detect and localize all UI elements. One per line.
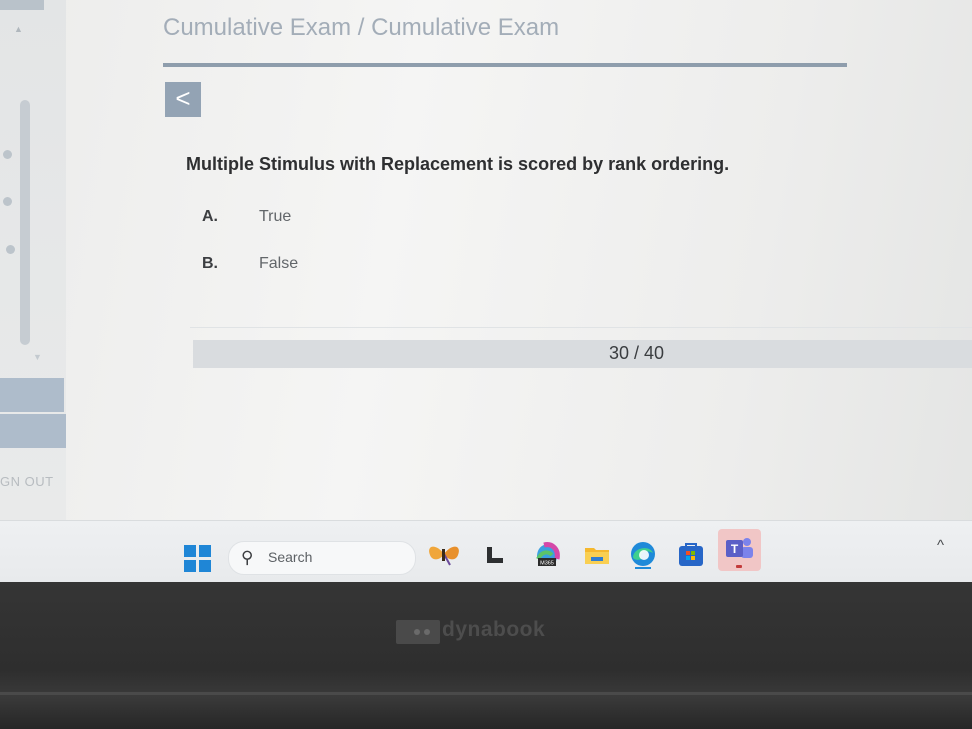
windows-start-icon[interactable] [184,545,211,572]
question-progress-bar [193,340,972,368]
edge-browser-icon[interactable] [628,539,658,569]
snap-app-icon[interactable] [480,539,510,569]
taskbar-search[interactable]: ⚲ Search [228,541,416,575]
butterfly-widget-icon[interactable] [424,539,464,569]
svg-text:T: T [731,542,739,556]
back-button[interactable]: < [165,82,201,117]
m365-copilot-icon[interactable]: M365 [532,539,562,569]
brand-logo-icon [396,620,440,644]
question-counter: 30 / 40 [609,343,665,363]
screen: ▲ ▼ GN OUT Cumulative Exam / Cumulative … [0,0,972,588]
option-text: True [259,208,292,225]
sidebar-dot-icon[interactable] [6,245,15,254]
search-input[interactable]: Search [268,549,312,565]
sidebar-nav-item[interactable] [0,378,64,412]
scroll-up-icon[interactable]: ▲ [14,24,23,34]
file-explorer-icon[interactable] [582,539,612,569]
header-divider [163,63,847,67]
option-letter: B. [202,255,218,272]
answer-option-a[interactable]: A. True [202,208,291,226]
option-letter: A. [202,208,218,225]
sign-out-button[interactable]: GN OUT [0,474,54,489]
search-icon: ⚲ [241,548,254,567]
sidebar-top-block [0,0,44,10]
question-text: Multiple Stimulus with Replacement is sc… [186,154,730,174]
m365-label: M365 [540,561,554,567]
laptop-bezel: dynabook [0,582,972,729]
left-sidebar: ▲ ▼ [0,0,66,520]
teams-icon[interactable]: T [718,529,761,571]
breadcrumb: Cumulative Exam / Cumulative Exam [163,14,560,41]
chevron-up-icon[interactable]: ^ [937,537,944,554]
taskbar: ⚲ Search M365 T ^ [0,520,972,583]
content-divider [190,327,972,328]
sidebar-scrollbar[interactable] [20,100,30,345]
sidebar-nav-item[interactable] [0,414,66,448]
scroll-down-icon[interactable]: ▼ [33,352,42,362]
brand-name: dynabook [442,618,546,641]
answer-option-b[interactable]: B. False [202,255,298,273]
sidebar-dot-icon[interactable] [3,197,12,206]
option-text: False [259,255,299,272]
chevron-left-icon: < [175,83,191,113]
microsoft-store-icon[interactable] [676,539,706,569]
sidebar-dot-icon[interactable] [3,150,12,159]
bezel-hinge [0,692,972,695]
